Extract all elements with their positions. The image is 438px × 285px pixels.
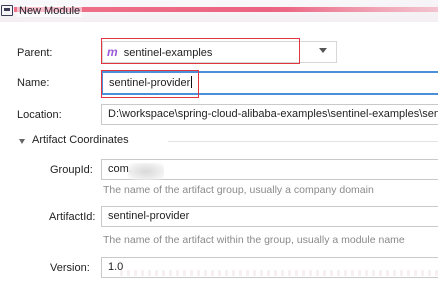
- redaction-blur: [128, 163, 164, 180]
- groupid-label: GroupId:: [50, 164, 93, 176]
- window-title-bar[interactable]: New Module: [0, 0, 438, 22]
- artifact-section-title[interactable]: Artifact Coordinates: [32, 134, 129, 146]
- parent-select[interactable]: m sentinel-examples: [102, 41, 337, 63]
- parent-select-value: sentinel-examples: [123, 47, 213, 59]
- app-icon: [1, 5, 13, 16]
- location-input-value: D:\workspace\spring-cloud-alibaba-exampl…: [108, 108, 438, 120]
- bottom-artifact-strip: [120, 270, 438, 276]
- title-bar-fade: [288, 0, 438, 22]
- parent-label: Parent:: [17, 47, 53, 59]
- collapse-triangle-icon[interactable]: [19, 139, 25, 144]
- chevron-down-icon[interactable]: [319, 48, 327, 53]
- artifactid-input[interactable]: sentinel-provider: [101, 206, 438, 227]
- location-label: Location:: [17, 109, 62, 121]
- name-label: Name:: [17, 77, 50, 89]
- name-input-value: sentinel-provider: [109, 77, 191, 89]
- artifactid-input-value: sentinel-provider: [108, 210, 190, 222]
- window-title: New Module: [17, 5, 83, 17]
- section-divider: [168, 141, 438, 142]
- text-caret: [191, 76, 193, 88]
- name-input[interactable]: sentinel-provider: [101, 71, 438, 95]
- groupid-hint: The name of the artifact group, usually …: [103, 184, 374, 196]
- maven-m-icon: m: [107, 45, 118, 59]
- artifactid-hint: The name of the artifact within the grou…: [103, 234, 405, 246]
- artifactid-label: ArtifactId:: [49, 211, 96, 223]
- location-input[interactable]: D:\workspace\spring-cloud-alibaba-exampl…: [101, 104, 438, 125]
- version-label: Version:: [50, 262, 90, 274]
